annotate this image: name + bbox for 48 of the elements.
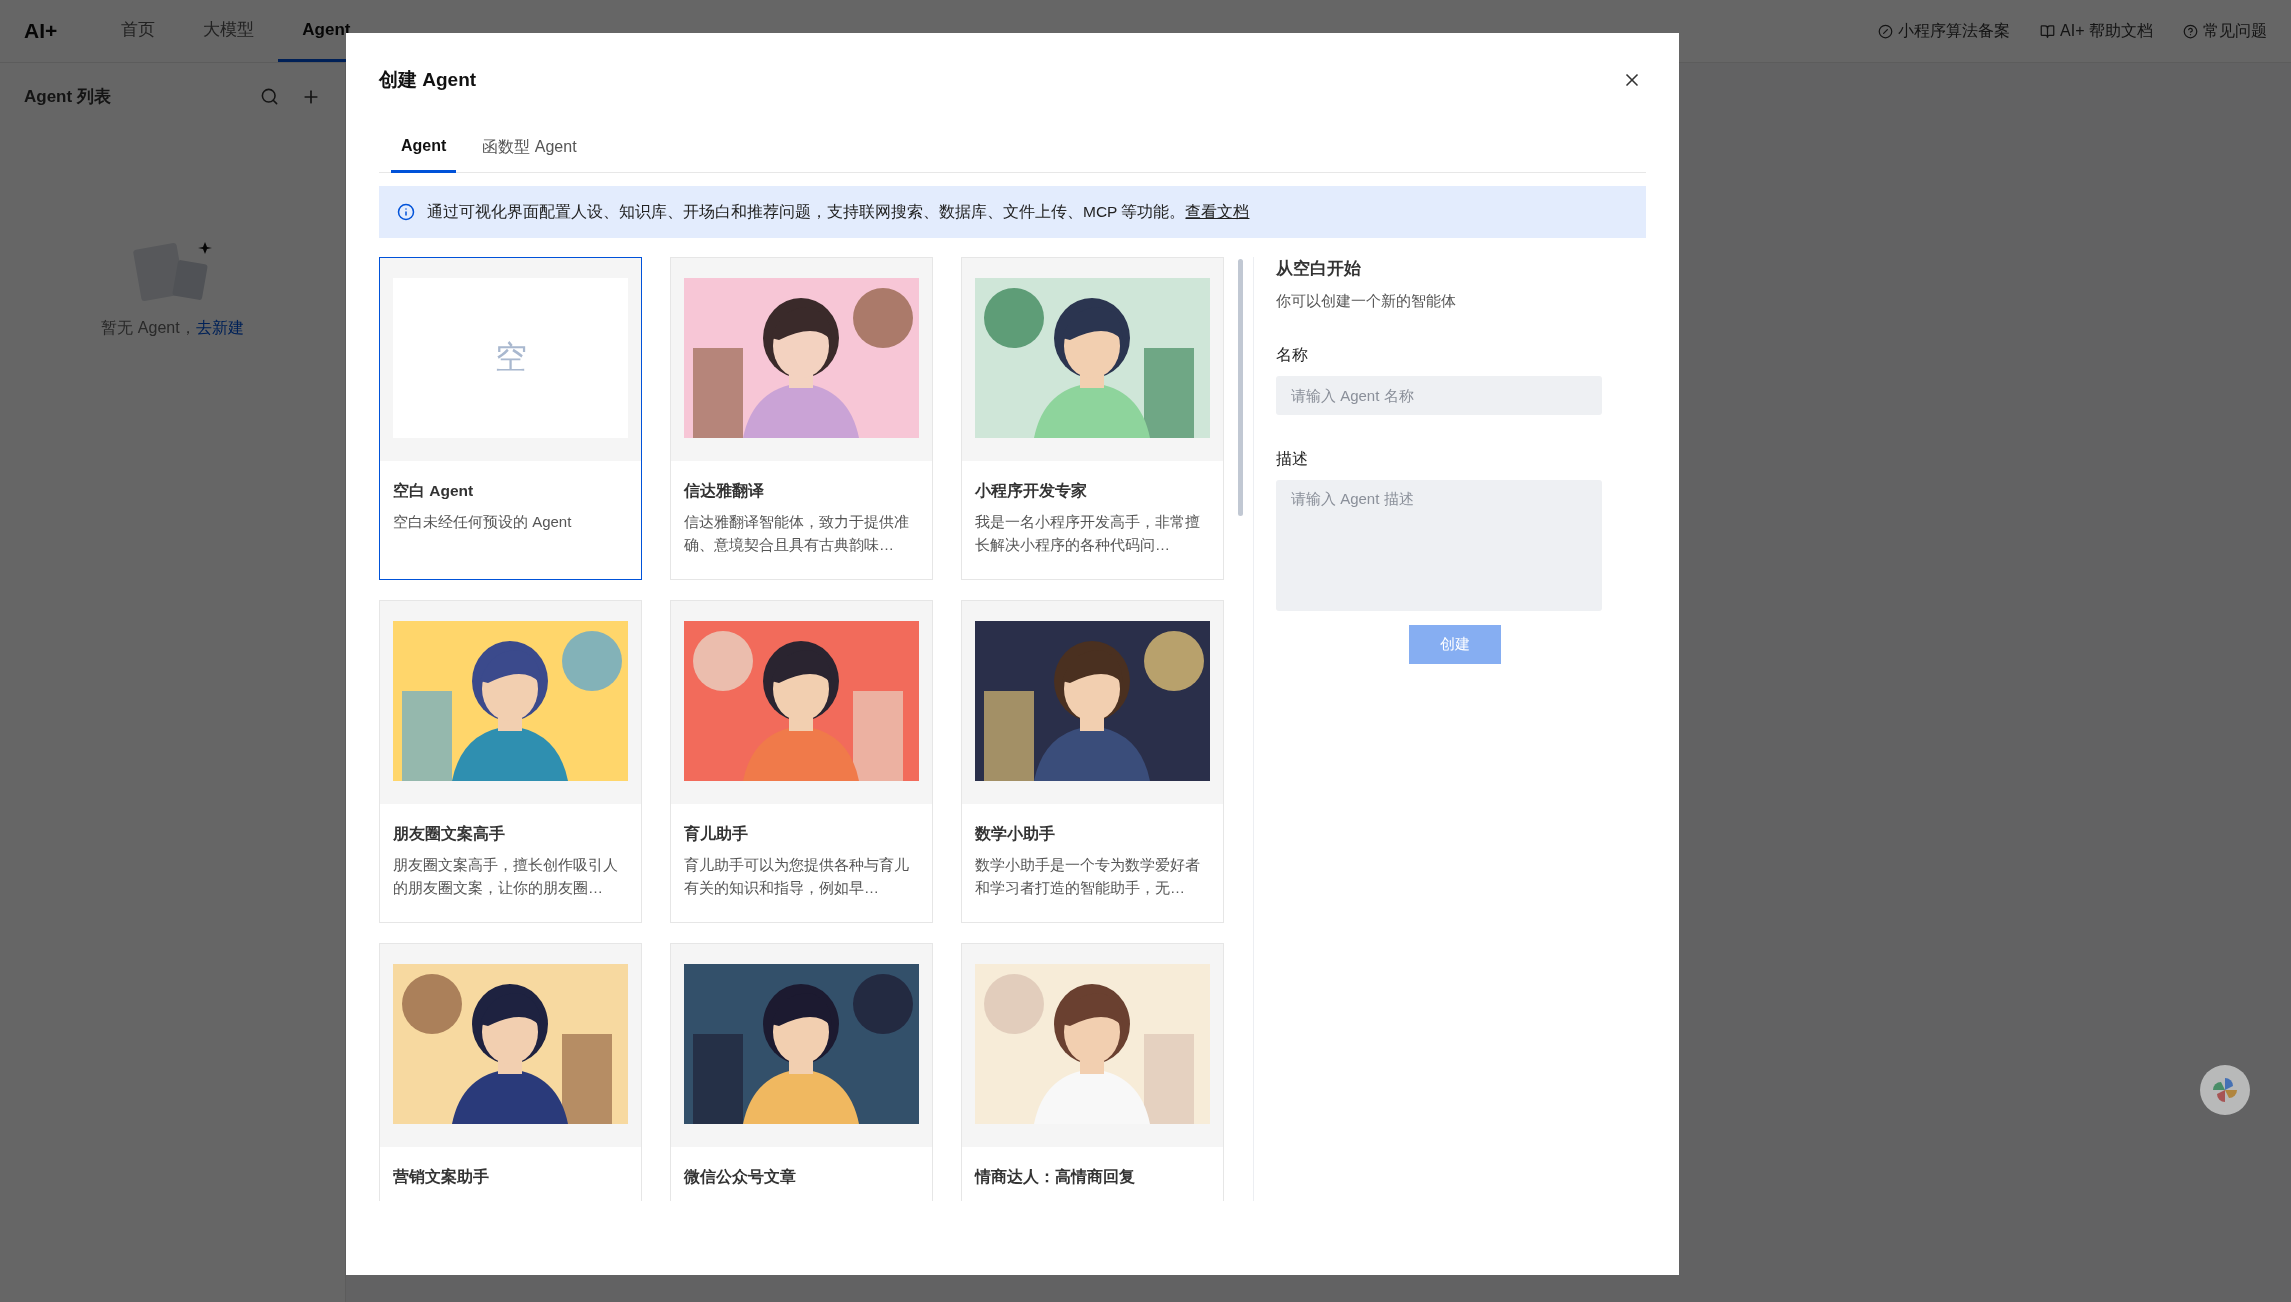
card-title: 微信公众号文章 xyxy=(684,1167,797,1187)
agent-card[interactable]: 微信公众号文章 xyxy=(670,943,933,1201)
sidebar-title: Agent 列表 xyxy=(24,86,112,108)
card-description: 数学小助手是一个专为数学爱好者和学习者打造的智能助手，无… xyxy=(975,855,1201,898)
dialog-title: 创建 Agent xyxy=(379,68,478,92)
agent-card[interactable]: 信达雅翻译 信达雅翻译智能体，致力于提供准确、意境契合且具有古典韵味… xyxy=(670,257,933,580)
description-input[interactable]: 请输入 Agent 描述 xyxy=(1276,480,1602,611)
agent-card[interactable]: 营销文案助手 xyxy=(379,943,642,1201)
info-icon xyxy=(397,203,415,221)
field-label: 描述 xyxy=(1276,449,1309,469)
card-description: 空白未经任何预设的 Agent xyxy=(393,512,573,532)
empty-documents-icon xyxy=(132,240,213,302)
card-description: 我是一名小程序开发高手，非常擅长解决小程序的各种代码问… xyxy=(975,512,1201,555)
notice-text: 通过可视化界面配置人设、知识库、开场白和推荐问题，支持联网搜索、数据库、文件上传、MCP 等功能。查看文档 xyxy=(427,201,1250,222)
book-icon xyxy=(2040,23,2056,39)
card-title: 空白 Agent xyxy=(393,481,475,501)
card-title: 营销文案助手 xyxy=(393,1167,490,1187)
agent-card[interactable]: 小程序开发专家 我是一名小程序开发高手，非常擅长解决小程序的各种代码问… xyxy=(961,257,1224,580)
agent-card[interactable]: 数学小助手 数学小助手是一个专为数学爱好者和学习者打造的智能助手，无… xyxy=(961,600,1224,923)
tab[interactable]: 函数型 Agent xyxy=(472,127,587,173)
card-description: 育儿助手可以为您提供各种与育儿有关的知识和指导，例如早… xyxy=(684,855,910,898)
field-label: 名称 xyxy=(1276,345,1309,365)
agent-card[interactable]: 育儿助手 育儿助手可以为您提供各种与育儿有关的知识和指导，例如早… xyxy=(670,600,933,923)
card-title: 朋友圈文案高手 xyxy=(393,824,506,844)
card-title: 信达雅翻译 xyxy=(684,481,765,501)
card-title: 育儿助手 xyxy=(684,824,749,844)
form-heading: 从空白开始 xyxy=(1276,258,1362,280)
agent-card[interactable]: 情商达人：高情商回复 xyxy=(961,943,1224,1201)
assistant-button[interactable] xyxy=(2200,1065,2250,1115)
logo[interactable]: AI+ xyxy=(24,0,58,62)
blank-thumbnail: 空 xyxy=(393,278,628,438)
card-description: 信达雅翻译智能体，致力于提供准确、意境契合且具有古典韵味… xyxy=(684,512,910,555)
help-icon xyxy=(2183,23,2198,39)
card-title: 数学小助手 xyxy=(975,824,1056,844)
search-icon[interactable] xyxy=(260,87,279,106)
tab[interactable]: Agent xyxy=(391,127,457,173)
agent-card[interactable]: 空 空白 Agent 空白未经任何预设的 Agent xyxy=(379,257,642,580)
name-input[interactable]: 请输入 Agent 名称 xyxy=(1276,376,1602,415)
docs-link[interactable]: 查看文档 xyxy=(1185,202,1250,220)
card-title: 小程序开发专家 xyxy=(975,481,1088,501)
circle-slash-icon xyxy=(1878,23,1894,39)
empty-message: 暂无 Agent，去新建 xyxy=(101,318,244,338)
agent-card[interactable]: 朋友圈文案高手 朋友圈文案高手，擅长创作吸引人的朋友圈文案，让你的朋友圈… xyxy=(379,600,642,923)
card-title: 情商达人：高情商回复 xyxy=(975,1167,1136,1187)
form-subheading: 你可以创建一个新的智能体 xyxy=(1276,292,1457,311)
card-description: 朋友圈文案高手，擅长创作吸引人的朋友圈文案，让你的朋友圈… xyxy=(393,855,619,898)
scrollbar-thumb[interactable] xyxy=(1237,259,1243,516)
pinwheel-icon xyxy=(2211,1076,2239,1104)
